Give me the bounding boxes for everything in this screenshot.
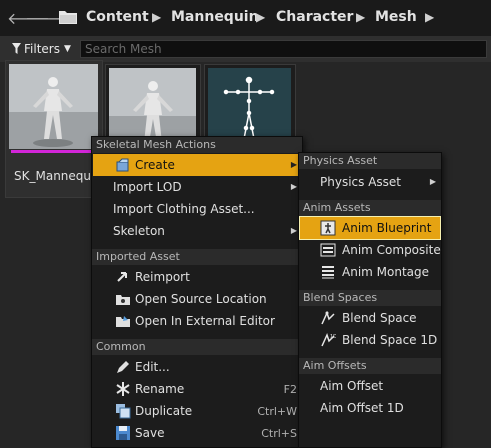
breadcrumb-mesh[interactable]: Mesh bbox=[375, 9, 417, 25]
chevron-right-icon: ▶ bbox=[429, 177, 436, 186]
anim-composite-icon bbox=[320, 243, 336, 257]
menu-item-blend-space[interactable]: Blend Space bbox=[300, 307, 440, 329]
open-source-location-icon bbox=[116, 295, 130, 305]
anim-montage-icon bbox=[322, 266, 334, 279]
breadcrumb-mannequin[interactable]: Mannequin bbox=[171, 9, 259, 25]
menu-item-create[interactable]: Create ▶ bbox=[93, 154, 301, 176]
duplicate-icon bbox=[116, 404, 131, 419]
context-menu: Skeletal Mesh Actions Create ▶ Import LOD… bbox=[91, 136, 303, 448]
filters-label: Filters bbox=[24, 42, 60, 56]
menu-item-blend-space-1d[interactable]: 1D Blend Space 1D bbox=[300, 329, 440, 351]
svg-text:1D: 1D bbox=[330, 334, 336, 340]
menu-item-aim-offset-1d[interactable]: Aim Offset 1D bbox=[300, 397, 440, 419]
section-header: Skeletal Mesh Actions bbox=[92, 137, 302, 153]
edit-icon bbox=[117, 361, 129, 373]
menu-item-duplicate[interactable]: Duplicate Ctrl+W bbox=[93, 400, 301, 422]
menu-item-skeleton[interactable]: Skeleton ▶ bbox=[93, 220, 301, 242]
menu-item-anim-montage[interactable]: Anim Montage bbox=[300, 261, 440, 283]
menu-item-rename[interactable]: Rename F2 bbox=[93, 378, 301, 400]
menu-item-import-clothing-asset[interactable]: Import Clothing Asset... bbox=[93, 198, 301, 220]
chevron-right-icon: ▶ bbox=[290, 160, 297, 169]
menu-item-save[interactable]: Save Ctrl+S bbox=[93, 422, 301, 444]
section-header: Physics Asset bbox=[299, 153, 441, 169]
chevron-right-icon[interactable]: ▶ bbox=[425, 10, 434, 24]
create-submenu: Physics Asset Physics Asset ▶ Anim Assets… bbox=[298, 152, 442, 448]
section-header: Common bbox=[92, 339, 302, 355]
menu-item-open-source-location[interactable]: Open Source Location bbox=[93, 288, 301, 310]
blend-space-1d-icon: 1D bbox=[321, 332, 336, 347]
shortcut-label: Ctrl+W bbox=[257, 405, 297, 418]
chevron-right-icon[interactable]: ▶ bbox=[356, 10, 365, 24]
breadcrumb-character[interactable]: Character bbox=[276, 9, 353, 25]
menu-item-aim-offset[interactable]: Aim Offset bbox=[300, 375, 440, 397]
menu-item-physics-asset[interactable]: Physics Asset ▶ bbox=[300, 171, 440, 193]
filters-button[interactable]: Filters ▼ bbox=[4, 40, 74, 58]
external-editor-icon bbox=[116, 316, 130, 327]
chevron-right-icon[interactable]: ▶ bbox=[256, 10, 265, 24]
rename-icon bbox=[116, 382, 130, 396]
chevron-right-icon: ▶ bbox=[290, 226, 297, 235]
save-icon bbox=[116, 426, 130, 440]
create-icon bbox=[116, 158, 129, 172]
menu-item-import-lod[interactable]: Import LOD ▶ bbox=[93, 176, 301, 198]
reimport-icon bbox=[117, 272, 127, 282]
shortcut-label: F2 bbox=[283, 383, 297, 396]
asset-type-color-bar bbox=[11, 150, 100, 153]
mannequin-thumbnail bbox=[9, 64, 98, 149]
asset-tile-sk-mannequin[interactable]: SK_Mannequin bbox=[5, 60, 103, 198]
menu-item-anim-composite[interactable]: Anim Composite bbox=[300, 239, 441, 261]
section-header: Imported Asset bbox=[92, 249, 302, 265]
menu-item-reimport[interactable]: Reimport bbox=[93, 266, 301, 288]
menu-item-edit[interactable]: Edit... bbox=[93, 356, 301, 378]
section-header: Blend Spaces bbox=[299, 290, 441, 306]
blend-space-icon bbox=[321, 310, 335, 325]
asset-name: SK_Mannequin bbox=[14, 169, 102, 183]
folder-icon bbox=[59, 11, 77, 24]
chevron-down-icon: ▼ bbox=[64, 44, 71, 54]
path-bar: 🡐 🡒 Content ▶ Mannequin ▶ Character ▶ Me… bbox=[0, 0, 491, 36]
chevron-right-icon: ▶ bbox=[290, 182, 297, 191]
filter-bar: Filters ▼ bbox=[0, 36, 491, 62]
menu-item-open-in-external-editor[interactable]: Open In External Editor bbox=[93, 310, 301, 332]
section-header: Aim Offsets bbox=[299, 358, 441, 374]
shortcut-label: Ctrl+S bbox=[261, 427, 297, 440]
section-header: Anim Assets bbox=[299, 200, 441, 216]
search-input[interactable] bbox=[80, 40, 487, 58]
breadcrumb-content[interactable]: Content bbox=[86, 9, 149, 25]
chevron-right-icon[interactable]: ▶ bbox=[152, 10, 161, 24]
anim-blueprint-icon bbox=[320, 220, 336, 236]
menu-item-anim-blueprint[interactable]: Anim Blueprint bbox=[299, 216, 441, 240]
funnel-icon bbox=[12, 43, 21, 54]
